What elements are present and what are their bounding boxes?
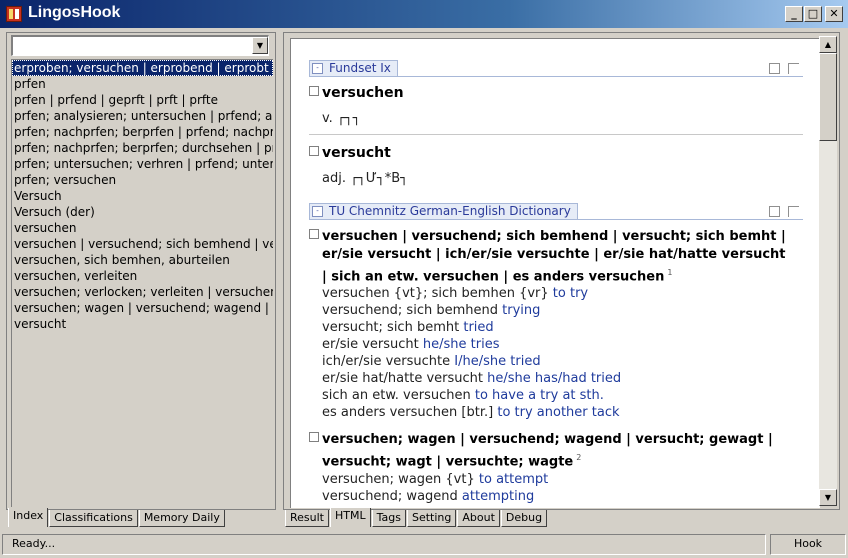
left-tab-bar: Index Classifications Memory Daily xyxy=(8,508,226,527)
index-item[interactable]: prfen; untersuchen; verhren | prfend; un… xyxy=(12,156,273,172)
right-panel: - Fundset Ix versuchen v. ┌┐┐ versucht ad… xyxy=(283,32,840,510)
window-title: LingosHook xyxy=(28,4,121,21)
dictionary-header-tu-chemnitz: - TU Chemnitz German-English Dictionary xyxy=(309,203,803,220)
app-logo-icon xyxy=(6,6,22,22)
header-corner-icon[interactable] xyxy=(788,63,799,74)
part-of-speech: v. ┌┐┐ xyxy=(322,111,361,126)
translation-line: versucht; sich bemht tried xyxy=(322,320,494,335)
scroll-down-button[interactable]: ▼ xyxy=(819,489,837,506)
translation-line: er/sie hat/hatte versucht he/she has/had… xyxy=(322,371,622,386)
collapse-icon[interactable]: - xyxy=(312,206,323,217)
entry-checkbox[interactable] xyxy=(309,432,319,442)
scroll-up-button[interactable]: ▲ xyxy=(819,36,837,53)
header-corner-icon[interactable] xyxy=(788,206,799,217)
footnote-marker: 2 xyxy=(576,453,582,462)
status-text: Ready... xyxy=(2,534,766,555)
status-bar: Ready... Hook xyxy=(0,531,848,558)
index-item[interactable]: Versuch (der) xyxy=(12,204,273,220)
result-view[interactable]: - Fundset Ix versuchen v. ┌┐┐ versucht ad… xyxy=(290,38,820,508)
dictionary-header-fundset: - Fundset Ix xyxy=(309,60,803,77)
tab-html[interactable]: HTML xyxy=(330,508,371,527)
index-item[interactable]: prfen; versuchen xyxy=(12,172,273,188)
entry-checkbox[interactable] xyxy=(309,86,319,96)
headword: versuchen xyxy=(322,85,404,101)
part-of-speech: adj. ┌┐Ư┐*B┐ xyxy=(322,171,408,186)
index-item[interactable]: prfen | prfend | geprft | prft | prfte xyxy=(12,92,273,108)
combo-dropdown-button[interactable]: ▼ xyxy=(252,37,268,54)
collapse-icon[interactable]: - xyxy=(312,63,323,74)
index-item[interactable]: prfen; nachprfen; berprfen; durchsehen |… xyxy=(12,140,273,156)
tab-classifications[interactable]: Classifications xyxy=(49,510,138,527)
headword: versucht xyxy=(322,145,391,161)
entry-divider xyxy=(309,134,803,135)
tab-debug[interactable]: Debug xyxy=(500,510,548,527)
tab-about[interactable]: About xyxy=(457,510,500,527)
title-bar: LingosHook _ □ ✕ xyxy=(0,0,848,28)
translation-line: versuchend; wagend attempting xyxy=(322,489,535,504)
index-item[interactable]: versuchen, verleiten xyxy=(12,268,273,284)
translation-line: er/sie versucht he/she tries xyxy=(322,337,500,352)
index-item[interactable]: prfen; analysieren; untersuchen | prfend… xyxy=(12,108,273,124)
dictionary-name[interactable]: - Fundset Ix xyxy=(309,60,398,77)
vertical-scrollbar[interactable]: ▲ ▼ xyxy=(819,36,837,506)
index-item[interactable]: versuchen, sich bemhen, aburteilen xyxy=(12,252,273,268)
header-checkbox[interactable] xyxy=(769,206,780,217)
tab-result[interactable]: Result xyxy=(285,510,329,527)
index-item[interactable]: versucht xyxy=(12,316,273,332)
index-item[interactable]: prfen xyxy=(12,76,273,92)
index-item[interactable]: versuchen; wagen | versuchend; wagend | … xyxy=(12,300,273,316)
headword: versuchen | versuchend; sich bemhend | v… xyxy=(322,229,786,285)
index-item[interactable]: versuchen xyxy=(12,220,273,236)
index-item[interactable]: prfen; nachprfen; berprfen | prfend; nac… xyxy=(12,124,273,140)
minimize-button[interactable]: _ xyxy=(785,6,803,22)
search-combo[interactable]: ▼ xyxy=(11,35,269,56)
header-checkbox[interactable] xyxy=(769,63,780,74)
translation-line: ich/er/sie versuchte I/he/she tried xyxy=(322,354,541,369)
index-list[interactable]: erproben; versuchen | erprobend | erprob… xyxy=(11,59,273,507)
translation-line: sich an etw. versuchen to have a try at … xyxy=(322,388,604,403)
right-tab-bar: Result HTML Tags Setting About Debug xyxy=(285,508,548,527)
tab-index[interactable]: Index xyxy=(8,508,49,527)
translation-line: versuchen {vt}; sich bemhen {vr} to try xyxy=(322,286,589,301)
index-item[interactable]: versuchen; verlocken; verleiten | versuc… xyxy=(12,284,273,300)
index-item[interactable]: versuchen | versuchend; sich bemhend | v… xyxy=(12,236,273,252)
scroll-thumb[interactable] xyxy=(819,53,837,141)
translation-line: versuchen; wagen {vt} to attempt xyxy=(322,472,549,487)
entry-checkbox[interactable] xyxy=(309,229,319,239)
entry-checkbox[interactable] xyxy=(309,146,319,156)
close-button[interactable]: ✕ xyxy=(825,6,843,22)
translation-line: es anders versuchen [btr.] to try anothe… xyxy=(322,405,620,420)
hook-status[interactable]: Hook xyxy=(770,534,846,555)
translation-line: versuchend; sich bemhend trying xyxy=(322,303,541,318)
tab-tags[interactable]: Tags xyxy=(371,510,406,527)
tab-setting[interactable]: Setting xyxy=(406,510,457,527)
footnote-marker: 1 xyxy=(667,268,673,277)
left-panel: ▼ erproben; versuchen | erprobend | erpr… xyxy=(6,32,276,510)
maximize-button[interactable]: □ xyxy=(804,6,822,22)
index-item[interactable]: erproben; versuchen | erprobend | erprob… xyxy=(12,60,273,76)
headword: versuchen; wagen | versuchend; wagend | … xyxy=(322,432,773,470)
dictionary-name[interactable]: - TU Chemnitz German-English Dictionary xyxy=(309,203,578,220)
tab-memory-daily[interactable]: Memory Daily xyxy=(138,510,225,527)
index-item[interactable]: Versuch xyxy=(12,188,273,204)
